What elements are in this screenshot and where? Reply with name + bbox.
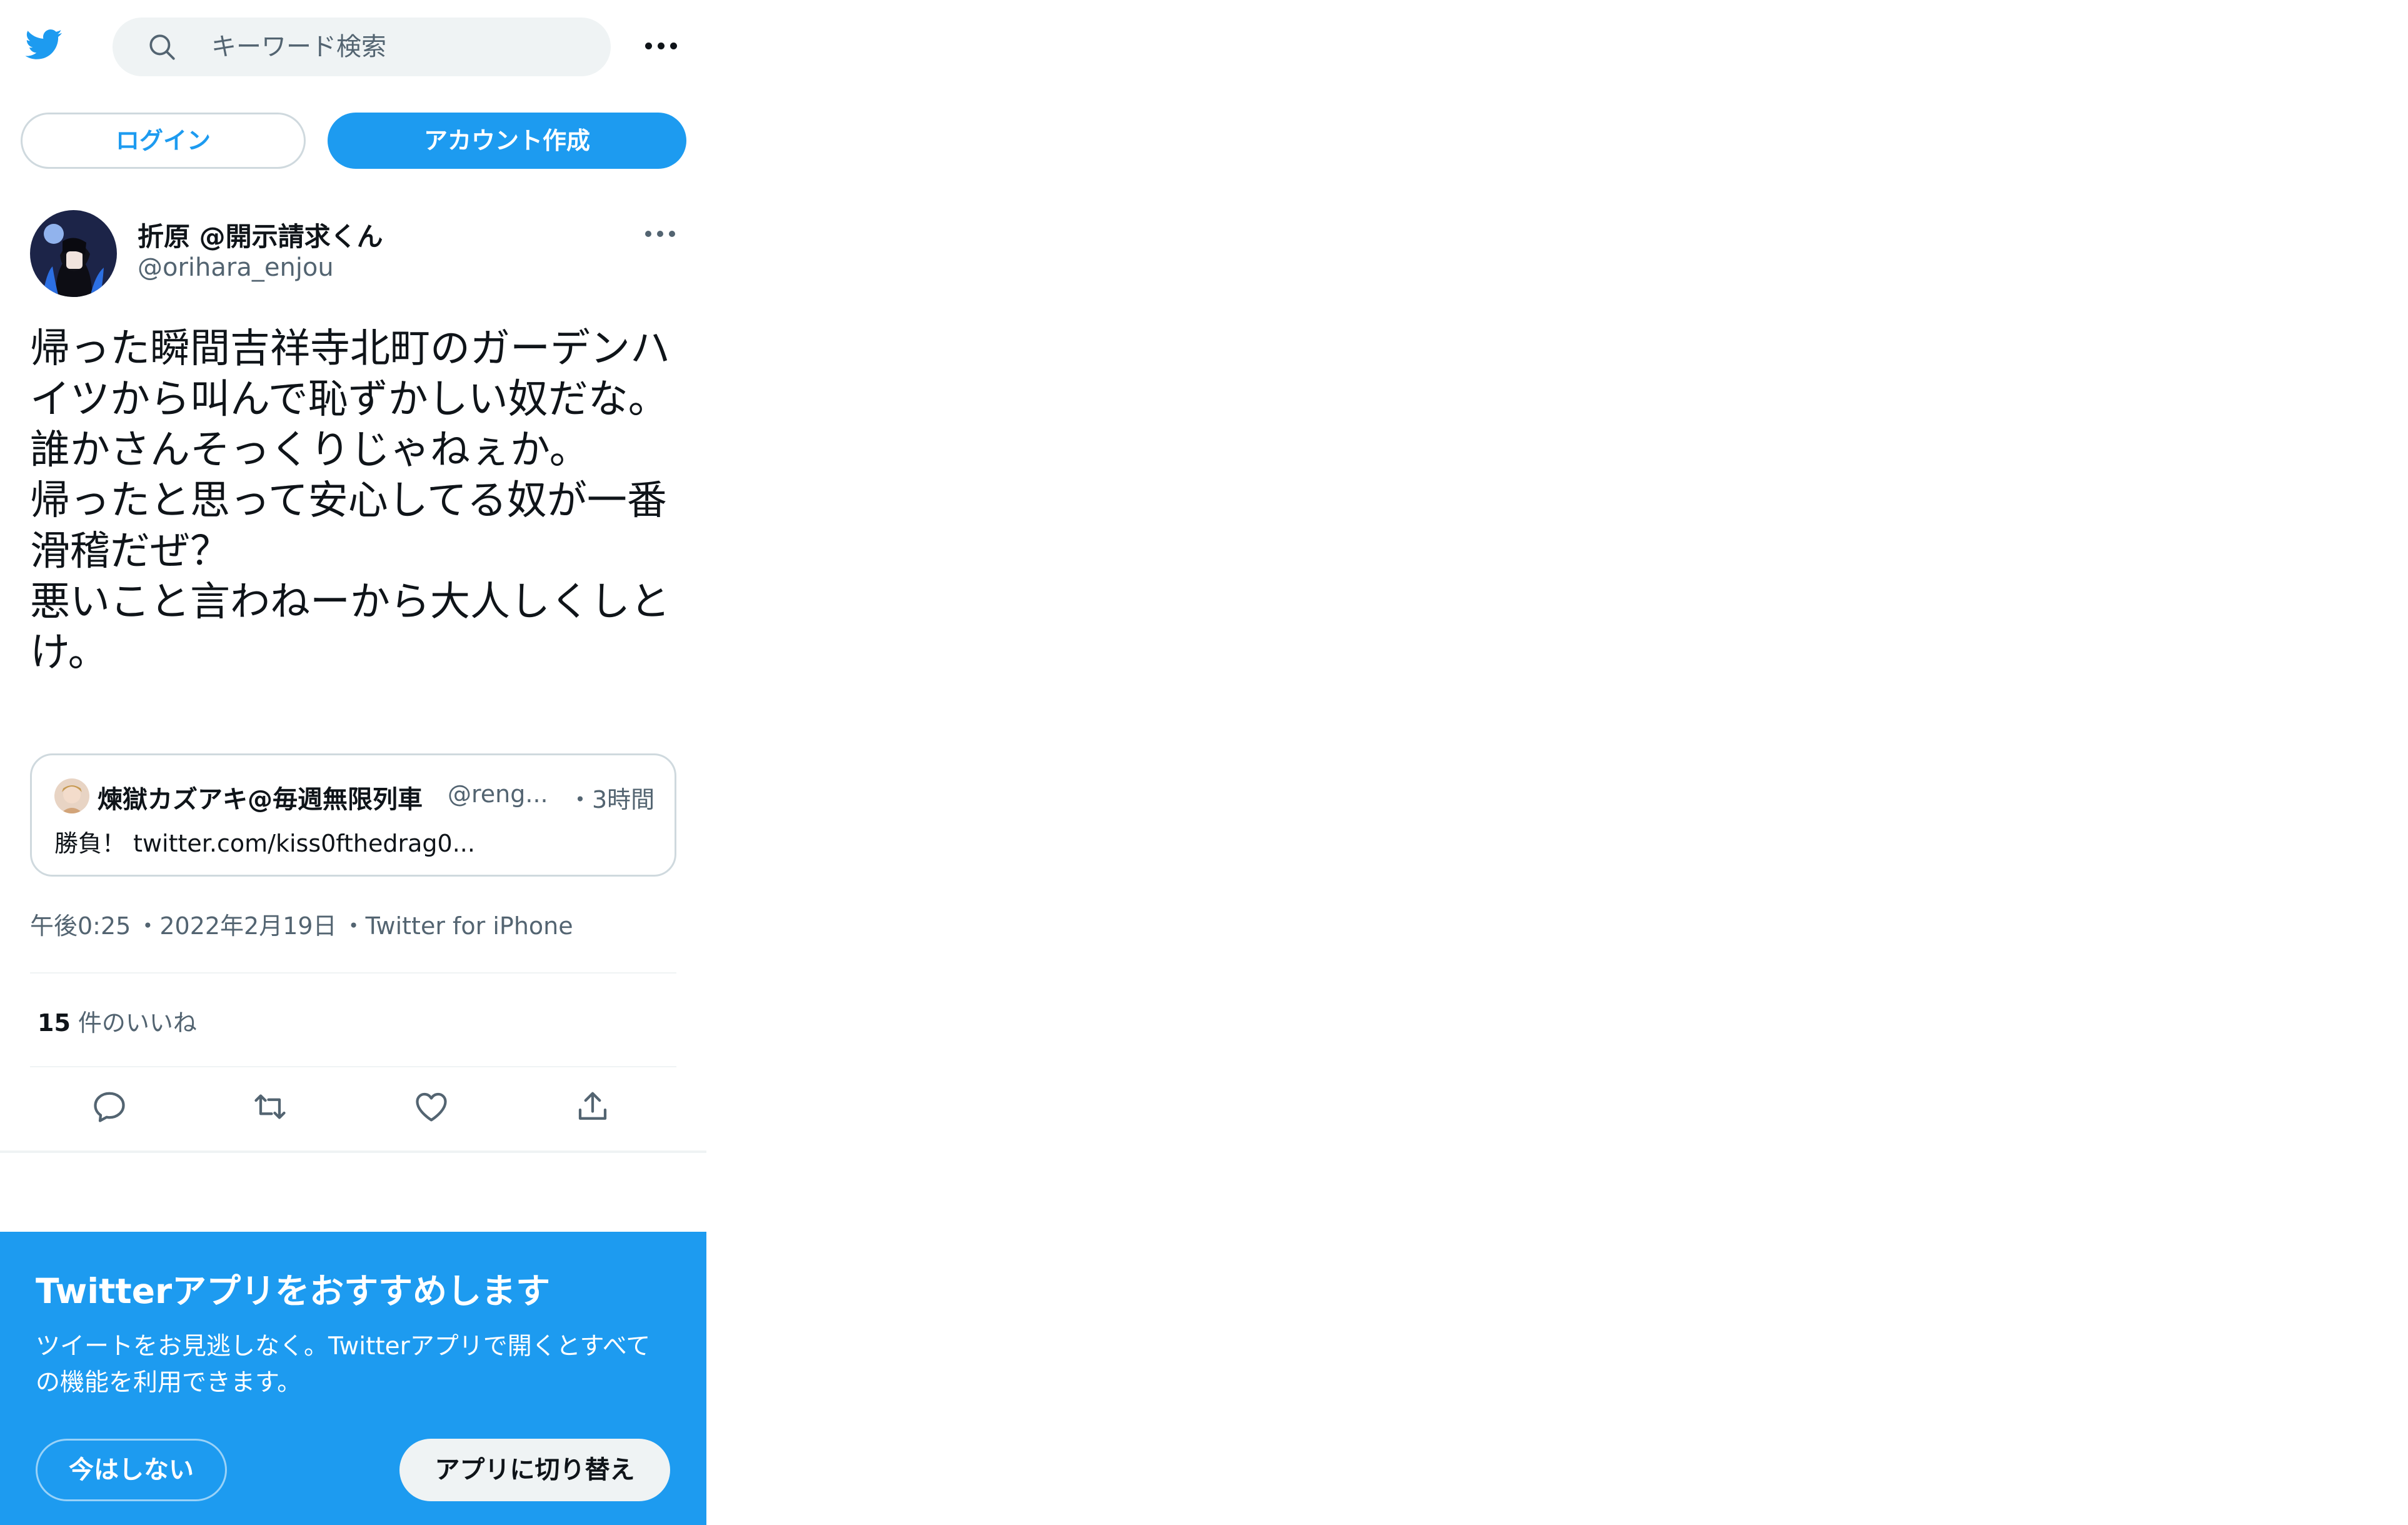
more-horizontal-icon[interactable] xyxy=(644,220,676,248)
twitter-bird-icon[interactable] xyxy=(21,25,66,64)
quote-display-name: 煉獄カズアキ@毎週無限列車 xyxy=(98,785,423,814)
quote-timestamp: ・3時間 xyxy=(568,786,655,813)
likes-count: 15 xyxy=(38,1009,71,1037)
switch-to-app-button[interactable]: アプリに切り替え xyxy=(399,1439,670,1501)
tweet-bottom-border xyxy=(0,1150,706,1153)
top-header xyxy=(0,0,706,94)
display-name[interactable]: 折原 @開示請求くん xyxy=(138,216,383,254)
like-icon[interactable] xyxy=(413,1088,450,1125)
banner-title: Twitterアプリをおすすめします xyxy=(36,1271,551,1311)
signup-button[interactable]: アカウント作成 xyxy=(328,113,686,169)
tweet-meta: 午後0:25 ・2022年2月19日 ・Twitter for iPhone xyxy=(30,907,578,941)
quote-avatar xyxy=(54,778,89,813)
tweet-date[interactable]: ・2022年2月19日 xyxy=(136,912,336,940)
search-icon xyxy=(149,34,175,60)
twitter-mobile-page: ログイン アカウント作成 折原 @開示請求くん @orihara_enjou 帰… xyxy=(0,0,706,1525)
divider xyxy=(30,1066,676,1067)
tweet-time[interactable]: 午後0:25 xyxy=(30,912,131,940)
quote-text: 勝負！ twitter.com/kiss0fthedrag0... xyxy=(54,830,475,857)
username[interactable]: @orihara_enjou xyxy=(138,253,334,282)
share-icon[interactable] xyxy=(574,1088,611,1125)
quoted-tweet[interactable]: 煉獄カズアキ@毎週無限列車 @reng... ・3時間 勝負！ twitter.… xyxy=(30,753,676,877)
tweet-text: 帰った瞬間吉祥寺北町のガーデンハイツから叫んで恥ずかしい奴だな。 誰かさんそっく… xyxy=(30,326,670,676)
likes-label: 件のいいね xyxy=(78,1009,197,1037)
not-now-button[interactable]: 今はしない xyxy=(36,1439,227,1501)
likes-stat[interactable]: 15 件のいいね xyxy=(38,1004,197,1038)
retweet-icon[interactable] xyxy=(251,1088,289,1125)
tweet-source[interactable]: ・Twitter for iPhone xyxy=(342,912,573,940)
more-horizontal-icon[interactable] xyxy=(644,31,679,60)
reply-icon[interactable] xyxy=(91,1088,128,1125)
search-input[interactable] xyxy=(211,18,586,76)
search-bar[interactable] xyxy=(113,18,611,76)
app-promo-banner: Twitterアプリをおすすめします ツイートをお見逃しなく。Twitterアプ… xyxy=(0,1232,706,1525)
banner-description: ツイートをお見逃しなく。Twitterアプリで開くとすべての機能を利用できます。 xyxy=(36,1332,651,1397)
avatar[interactable] xyxy=(30,210,117,297)
login-button[interactable]: ログイン xyxy=(21,113,306,169)
divider xyxy=(30,972,676,974)
avatar-image xyxy=(30,210,117,297)
quote-handle: @reng... xyxy=(448,780,548,808)
